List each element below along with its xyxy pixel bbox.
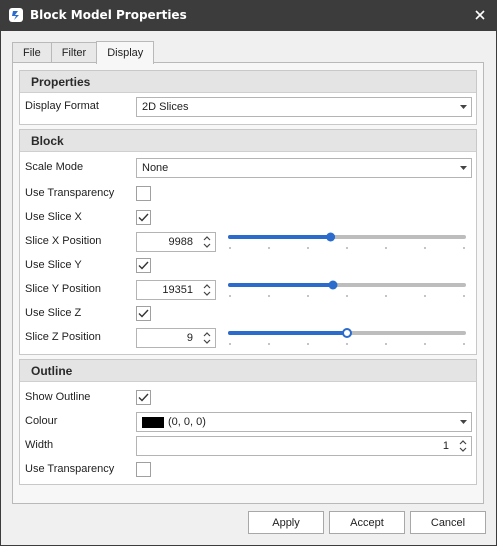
spinner-arrows-icon[interactable] (202, 283, 212, 297)
spinner-arrows-icon[interactable] (458, 439, 468, 453)
outline-use-transparency-checkbox[interactable] (136, 462, 151, 477)
slice-x-position-label: Slice X Position (25, 235, 102, 247)
outline-use-transparency-label: Use Transparency (25, 463, 115, 475)
properties-group: Properties Display Format 2D Slices (19, 70, 477, 125)
use-slice-y-checkbox[interactable] (136, 258, 151, 273)
block-header: Block (20, 130, 476, 152)
use-slice-y-label: Use Slice Y (25, 259, 82, 271)
apply-button[interactable]: Apply (248, 511, 324, 534)
close-icon (475, 10, 485, 20)
scale-mode-row: Scale Mode None (20, 156, 476, 180)
slider-thumb[interactable] (328, 280, 338, 290)
checkmark-icon (138, 309, 149, 318)
accept-button[interactable]: Accept (329, 511, 405, 534)
use-slice-z-label: Use Slice Z (25, 307, 82, 319)
colour-picker-combo[interactable]: (0, 0, 0) (136, 412, 472, 432)
block-use-transparency-checkbox[interactable] (136, 186, 151, 201)
slice-x-position-spinner[interactable]: 9988 (136, 232, 216, 252)
app-logo-icon (9, 8, 23, 22)
outline-header: Outline (20, 360, 476, 382)
width-spinner[interactable]: 1 (136, 436, 472, 456)
properties-header: Properties (20, 71, 476, 93)
window-title: Block Model Properties (30, 8, 187, 22)
apply-label: Apply (272, 516, 300, 529)
use-slice-z-checkbox[interactable] (136, 306, 151, 321)
cancel-button[interactable]: Cancel (410, 511, 486, 534)
show-outline-checkbox[interactable] (136, 390, 151, 405)
slice-x-position-row: Slice X Position 9988 (20, 230, 476, 254)
use-slice-x-row: Use Slice X (20, 206, 476, 230)
spinner-arrows-icon[interactable] (202, 331, 212, 345)
tab-filter[interactable]: Filter (50, 42, 98, 63)
scale-mode-value: None (142, 162, 169, 174)
use-slice-y-row: Use Slice Y (20, 254, 476, 278)
slice-z-slider[interactable] (226, 326, 468, 350)
checkmark-icon (138, 393, 149, 402)
slider-thumb[interactable] (342, 328, 352, 338)
chevron-down-icon (460, 166, 467, 170)
block-transparency-row: Use Transparency (20, 182, 476, 206)
title-bar: Block Model Properties (0, 0, 497, 31)
width-value: 1 (442, 440, 449, 452)
slider-thumb[interactable] (326, 232, 336, 242)
display-format-value: 2D Slices (142, 101, 189, 113)
colour-row: Colour (0, 0, 0) (20, 410, 476, 434)
use-slice-x-label: Use Slice X (25, 211, 82, 223)
colour-swatch (142, 416, 164, 428)
show-outline-row: Show Outline (20, 386, 476, 410)
spinner-arrows-icon[interactable] (202, 235, 212, 249)
colour-display: (0, 0, 0) (142, 416, 206, 428)
tab-strip: File Filter Display (12, 41, 155, 64)
slice-y-position-row: Slice Y Position 19351 (20, 278, 476, 302)
slice-z-position-spinner[interactable]: 9 (136, 328, 216, 348)
tab-label: Filter (61, 47, 87, 59)
scale-mode-label: Scale Mode (25, 161, 84, 173)
display-format-label: Display Format (25, 100, 99, 112)
colour-label: Colour (25, 415, 58, 427)
slice-z-position-row: Slice Z Position 9 (20, 326, 476, 350)
width-label: Width (25, 439, 54, 451)
slice-y-position-value: 19351 (162, 284, 193, 296)
slice-y-slider[interactable] (226, 278, 468, 302)
block-group: Block Scale Mode None Use Transparency U… (19, 129, 477, 355)
checkmark-icon (138, 261, 149, 270)
width-row: Width 1 (20, 434, 476, 458)
slice-y-position-label: Slice Y Position (25, 283, 102, 295)
slice-z-position-value: 9 (186, 332, 193, 344)
colour-value: (0, 0, 0) (168, 416, 206, 428)
tab-display[interactable]: Display (96, 41, 155, 64)
close-button[interactable] (469, 5, 491, 25)
dialog-button-bar: Apply Accept Cancel (0, 505, 497, 546)
tab-label: File (23, 47, 41, 59)
slice-y-position-spinner[interactable]: 19351 (136, 280, 216, 300)
display-format-combo[interactable]: 2D Slices (136, 97, 472, 117)
outline-transparency-row: Use Transparency (20, 458, 476, 482)
chevron-down-icon (460, 105, 467, 109)
tab-file[interactable]: File (12, 42, 52, 63)
block-use-transparency-label: Use Transparency (25, 187, 115, 199)
cancel-label: Cancel (430, 516, 466, 529)
chevron-down-icon (460, 420, 467, 424)
display-tab-panel: Properties Display Format 2D Slices Bloc… (12, 62, 484, 504)
use-slice-z-row: Use Slice Z (20, 302, 476, 326)
slice-z-position-label: Slice Z Position (25, 331, 101, 343)
scale-mode-combo[interactable]: None (136, 158, 472, 178)
slice-x-slider[interactable] (226, 230, 468, 254)
checkmark-icon (138, 213, 149, 222)
show-outline-label: Show Outline (25, 391, 91, 403)
tab-label: Display (107, 47, 144, 59)
outline-group: Outline Show Outline Colour (0, 0, 0) Wi… (19, 359, 477, 485)
display-format-row: Display Format 2D Slices (20, 95, 476, 119)
accept-label: Accept (350, 516, 384, 529)
slice-x-position-value: 9988 (168, 236, 193, 248)
use-slice-x-checkbox[interactable] (136, 210, 151, 225)
